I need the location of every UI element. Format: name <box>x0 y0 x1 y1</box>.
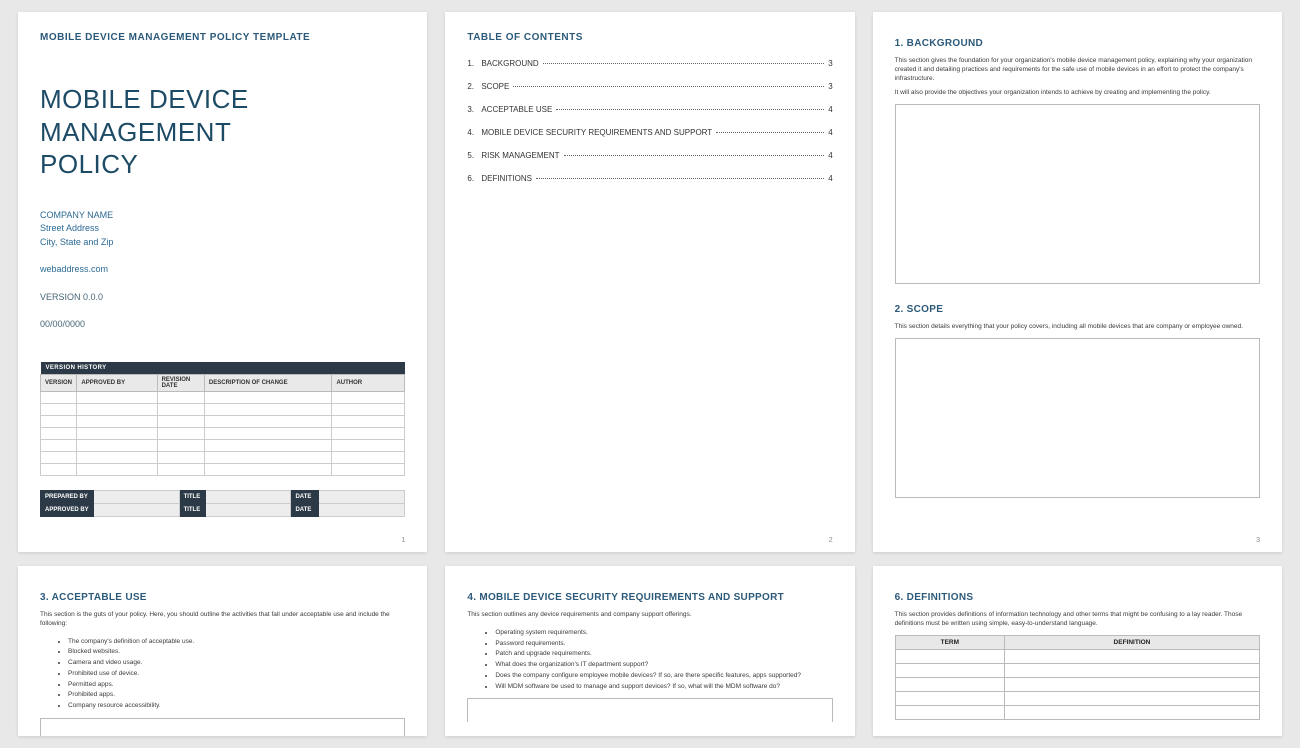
list-item: Password requirements. <box>495 639 832 649</box>
definitions-intro: This section provides definitions of inf… <box>895 611 1260 629</box>
scope-heading: 2. SCOPE <box>895 304 1260 315</box>
list-item: Does the company configure employee mobi… <box>495 671 832 681</box>
table-row <box>895 705 1259 719</box>
title-line-3: POLICY <box>40 149 138 179</box>
page-5-security-support: 4. MOBILE DEVICE SECURITY REQUIREMENTS A… <box>445 566 854 736</box>
page-number-1: 1 <box>401 537 405 544</box>
list-item: Operating system requirements. <box>495 628 832 638</box>
list-item: Patch and upgrade requirements. <box>495 649 832 659</box>
toc-row-4: 4. MOBILE DEVICE SECURITY REQUIREMENTS A… <box>467 128 832 137</box>
sig-prepared-by-label: PREPARED BY <box>41 490 94 503</box>
security-input-box <box>467 698 832 722</box>
sig-title-label-2: TITLE <box>179 503 205 516</box>
street-address: Street Address <box>40 222 405 236</box>
background-desc-1: This section gives the foundation for yo… <box>895 57 1260 83</box>
list-item: Will MDM software be used to manage and … <box>495 682 832 692</box>
page-number-2: 2 <box>829 537 833 544</box>
table-row <box>895 649 1259 663</box>
page-4-acceptable-use: 3. ACCEPTABLE USE This section is the gu… <box>18 566 427 736</box>
vhist-col-version: VERSION <box>41 374 77 391</box>
scope-desc: This section details everything that you… <box>895 323 1260 332</box>
list-item: Prohibited apps. <box>68 690 405 700</box>
table-row <box>895 677 1259 691</box>
toc-page: 3 <box>828 59 832 68</box>
company-name: COMPANY NAME <box>40 209 405 223</box>
page-number-3: 3 <box>1256 537 1260 544</box>
list-item: Company resource accessibility. <box>68 701 405 711</box>
list-item: Prohibited use of device. <box>68 669 405 679</box>
list-item: Blocked websites. <box>68 647 405 657</box>
page-3-background-scope: 1. BACKGROUND This section gives the fou… <box>873 12 1282 552</box>
vhist-col-author: AUTHOR <box>332 374 405 391</box>
vhist-col-revdate: REVISION DATE <box>157 374 204 391</box>
sig-approved-by-label: APPROVED BY <box>41 503 94 516</box>
def-col-term: TERM <box>895 635 1004 649</box>
toc-row-5: 5. RISK MANAGEMENT 4 <box>467 151 832 160</box>
sig-date-value-1 <box>319 490 405 503</box>
sig-date-label-2: DATE <box>291 503 319 516</box>
security-intro: This section outlines any device require… <box>467 611 832 620</box>
version-history-banner: VERSION HISTORY <box>41 362 405 375</box>
security-heading: 4. MOBILE DEVICE SECURITY REQUIREMENTS A… <box>467 592 832 603</box>
sig-title-value-1 <box>205 490 291 503</box>
sig-date-value-2 <box>319 503 405 516</box>
list-item: Permitted apps. <box>68 680 405 690</box>
background-desc-2: It will also provide the objectives your… <box>895 89 1260 98</box>
background-input-box <box>895 104 1260 284</box>
scope-input-box <box>895 338 1260 498</box>
page-6-definitions: 6. DEFINITIONS This section provides def… <box>873 566 1282 736</box>
list-item: What does the organization's IT departme… <box>495 660 832 670</box>
table-row <box>895 663 1259 677</box>
list-item: Camera and video usage. <box>68 658 405 668</box>
background-heading: 1. BACKGROUND <box>895 38 1260 49</box>
toc-label: BACKGROUND <box>481 59 538 68</box>
definitions-heading: 6. DEFINITIONS <box>895 592 1260 603</box>
definitions-table: TERM DEFINITION <box>895 635 1260 720</box>
sig-title-label-1: TITLE <box>179 490 205 503</box>
def-col-definition: DEFINITION <box>1004 635 1259 649</box>
sig-prepared-by-value <box>93 490 179 503</box>
template-label: MOBILE DEVICE MANAGEMENT POLICY TEMPLATE <box>40 32 405 43</box>
acceptable-use-heading: 3. ACCEPTABLE USE <box>40 592 405 603</box>
sig-approved-by-value <box>93 503 179 516</box>
acceptable-use-list: The company's definition of acceptable u… <box>40 637 405 712</box>
signature-table: PREPARED BY TITLE DATE APPROVED BY TITLE… <box>40 490 405 517</box>
table-row <box>895 691 1259 705</box>
toc-row-3: 3. ACCEPTABLE USE 4 <box>467 105 832 114</box>
page-2-toc: TABLE OF CONTENTS 1. BACKGROUND 3 2. SCO… <box>445 12 854 552</box>
sig-title-value-2 <box>205 503 291 516</box>
web-address: webaddress.com <box>40 263 405 277</box>
toc-dots <box>543 63 825 64</box>
title-line-1: MOBILE DEVICE <box>40 84 249 114</box>
list-item: The company's definition of acceptable u… <box>68 637 405 647</box>
page-1-cover: MOBILE DEVICE MANAGEMENT POLICY TEMPLATE… <box>18 12 427 552</box>
vhist-col-approved: APPROVED BY <box>77 374 157 391</box>
city-state-zip: City, State and Zip <box>40 236 405 250</box>
document-title: MOBILE DEVICE MANAGEMENT POLICY <box>40 83 405 181</box>
security-list: Operating system requirements. Password … <box>467 628 832 693</box>
title-line-2: MANAGEMENT <box>40 117 231 147</box>
vhist-col-description: DESCRIPTION OF CHANGE <box>204 374 332 391</box>
version-text: VERSION 0.0.0 <box>40 291 405 305</box>
toc-num: 1. <box>467 59 481 68</box>
toc-heading: TABLE OF CONTENTS <box>467 32 832 43</box>
date-text: 00/00/0000 <box>40 318 405 332</box>
toc-row-6: 6. DEFINITIONS 4 <box>467 174 832 183</box>
acceptable-use-input-box <box>40 718 405 736</box>
version-history-table: VERSION HISTORY VERSION APPROVED BY REVI… <box>40 362 405 476</box>
sig-date-label-1: DATE <box>291 490 319 503</box>
acceptable-use-intro: This section is the guts of your policy.… <box>40 611 405 629</box>
toc-row-1: 1. BACKGROUND 3 <box>467 59 832 68</box>
toc-row-2: 2. SCOPE 3 <box>467 82 832 91</box>
